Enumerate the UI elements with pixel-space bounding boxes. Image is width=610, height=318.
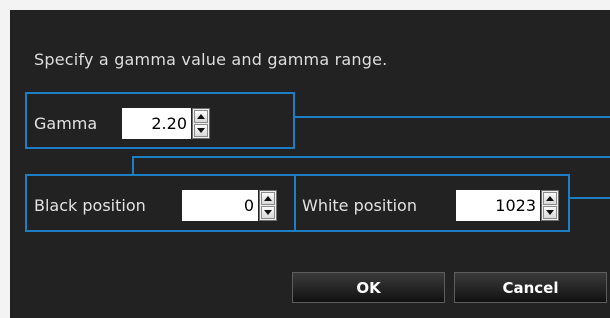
arrow-down-icon <box>264 210 272 215</box>
ok-button[interactable]: OK <box>292 272 445 303</box>
instruction-text: Specify a gamma value and gamma range. <box>34 50 388 69</box>
white-position-input[interactable]: 1023 <box>456 190 540 221</box>
arrow-up-icon <box>546 196 554 201</box>
gamma-spin-up-button[interactable] <box>194 110 208 123</box>
arrow-up-icon <box>197 114 205 119</box>
cancel-button[interactable]: Cancel <box>454 272 607 303</box>
arrow-up-icon <box>264 196 272 201</box>
arrow-down-icon <box>546 210 554 215</box>
black-position-spin-down-button[interactable] <box>261 206 275 219</box>
white-position-label: White position <box>302 196 417 215</box>
black-position-label: Black position <box>34 196 146 215</box>
white-position-connector-line <box>569 197 610 199</box>
gamma-spin-down-button[interactable] <box>194 124 208 137</box>
white-position-spin-up-button[interactable] <box>543 192 557 205</box>
black-position-spin-up-button[interactable] <box>261 192 275 205</box>
white-position-spinner <box>541 190 559 221</box>
gamma-spinner <box>192 108 210 139</box>
white-position-spin-down-button[interactable] <box>543 206 557 219</box>
range-connector-top-line <box>132 156 610 158</box>
arrow-down-icon <box>197 128 205 133</box>
range-connector-vertical <box>132 156 134 176</box>
gamma-input[interactable]: 2.20 <box>122 108 191 139</box>
black-position-input[interactable]: 0 <box>182 190 258 221</box>
dialog: Specify a gamma value and gamma range. G… <box>10 10 610 318</box>
gamma-label: Gamma <box>34 114 98 133</box>
gamma-connector-line <box>294 116 610 118</box>
black-position-spinner <box>259 190 277 221</box>
